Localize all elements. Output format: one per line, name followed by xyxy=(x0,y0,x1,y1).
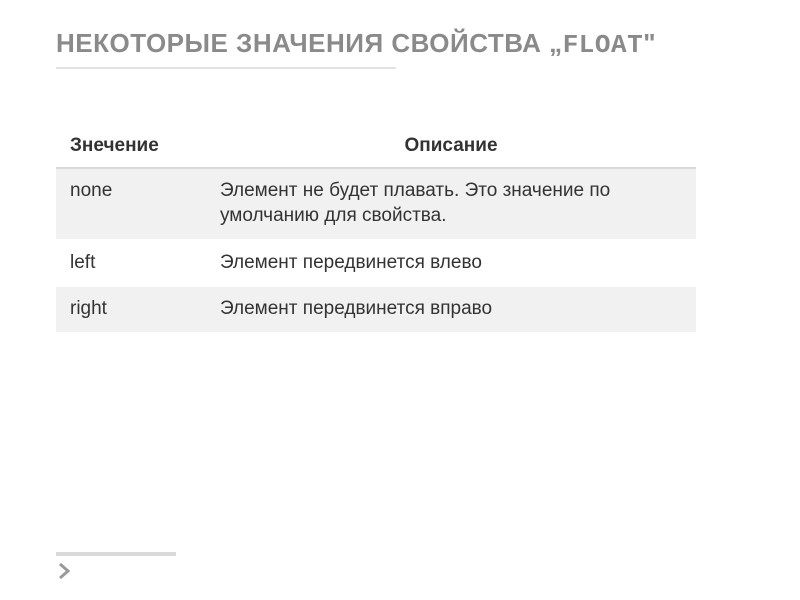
title-prefix: НЕКОТОРЫЕ ЗНАЧЕНИЯ СВОЙСТВА „ xyxy=(56,28,563,58)
col-header-value: Знечение xyxy=(56,125,206,168)
cell-value: right xyxy=(56,286,206,333)
table-row: none Элемент не будет плавать. Это значе… xyxy=(56,168,696,239)
cell-description: Элемент передвинется влево xyxy=(206,240,696,287)
cell-value: left xyxy=(56,240,206,287)
col-header-description: Описание xyxy=(206,125,696,168)
table-header-row: Знечение Описание xyxy=(56,125,696,168)
table-row: left Элемент передвинется влево xyxy=(56,240,696,287)
footer-rule xyxy=(56,552,176,556)
page-title: НЕКОТОРЫЕ ЗНАЧЕНИЯ СВОЙСТВА „FLOAT" xyxy=(56,28,760,61)
cell-description: Элемент передвинется вправо xyxy=(206,286,696,333)
table-row: right Элемент передвинется вправо xyxy=(56,286,696,333)
cell-description: Элемент не будет плавать. Это значение п… xyxy=(206,168,696,239)
float-values-table: Знечение Описание none Элемент не будет … xyxy=(56,125,696,334)
slide: НЕКОТОРЫЕ ЗНАЧЕНИЯ СВОЙСТВА „FLOAT" Знеч… xyxy=(0,0,800,600)
title-suffix: " xyxy=(643,28,656,58)
title-code: FLOAT xyxy=(563,30,644,60)
title-underline xyxy=(56,67,396,69)
chevron-right-icon xyxy=(56,562,74,580)
cell-value: none xyxy=(56,168,206,239)
